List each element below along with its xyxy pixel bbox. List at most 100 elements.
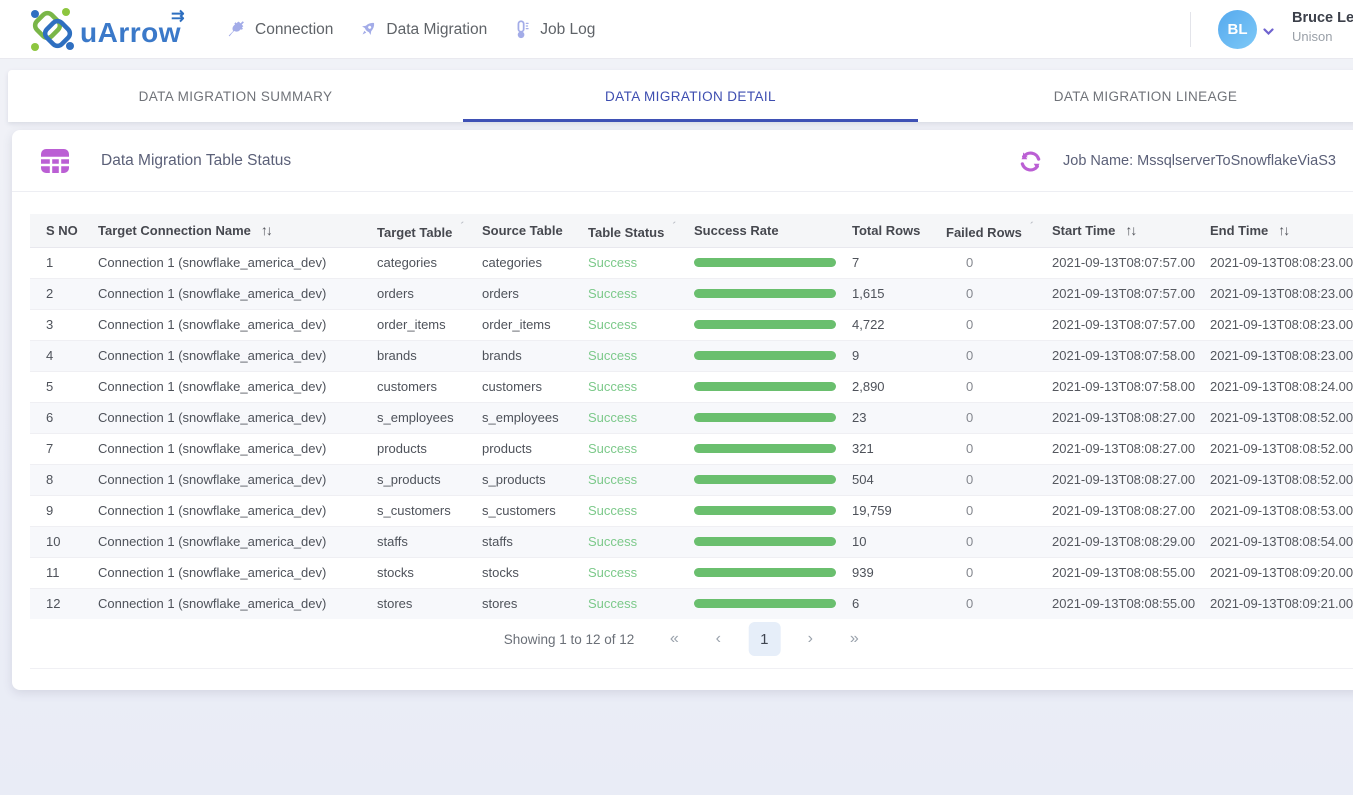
first-page-button[interactable]: « [660, 622, 688, 656]
cell-start-time: 2021-09-13T08:07:58.00 [1052, 371, 1210, 402]
cell-source-table: stocks [482, 557, 588, 588]
mini-sort-icon[interactable] [1030, 221, 1034, 233]
mini-sort-icon[interactable] [672, 221, 676, 233]
col-table-status: Table Status [588, 214, 694, 247]
table-row: 2 Connection 1 (snowflake_america_dev) o… [30, 278, 1353, 309]
cell-end-time: 2021-09-13T08:08:23.00 [1210, 340, 1353, 371]
cell-target-connection: Connection 1 (snowflake_america_dev) [98, 309, 377, 340]
nav-item-data-migration[interactable]: Data Migration [357, 19, 487, 40]
tab-data-migration-detail[interactable]: DATA MIGRATION DETAIL [463, 70, 918, 122]
sort-icon[interactable] [1278, 222, 1288, 238]
success-rate-bar [694, 568, 836, 577]
cell-success-rate [694, 526, 852, 557]
success-rate-bar [694, 506, 836, 515]
cell-target-connection: Connection 1 (snowflake_america_dev) [98, 402, 377, 433]
sort-icon[interactable] [261, 222, 271, 238]
table-body: 1 Connection 1 (snowflake_america_dev) c… [30, 247, 1353, 619]
cell-target-table: brands [377, 340, 482, 371]
refresh-icon[interactable] [1019, 150, 1042, 173]
cell-start-time: 2021-09-13T08:08:55.00 [1052, 557, 1210, 588]
chevron-down-icon[interactable] [1263, 23, 1274, 41]
cell-source-table: brands [482, 340, 588, 371]
cell-table-status: Success [588, 557, 694, 588]
cell-failed-rows: 0 [946, 433, 1052, 464]
tab-bar: DATA MIGRATION SUMMARY DATA MIGRATION DE… [8, 70, 1353, 122]
next-page-button[interactable]: › [796, 622, 824, 656]
table-grid-icon [40, 146, 70, 176]
nav-label: Job Log [540, 21, 595, 39]
job-name-label: Job Name: MssqlserverToSnowflakeViaS3 [1063, 153, 1336, 169]
cell-success-rate [694, 495, 852, 526]
tab-data-migration-summary[interactable]: DATA MIGRATION SUMMARY [8, 70, 463, 122]
cell-source-table: customers [482, 371, 588, 402]
cell-start-time: 2021-09-13T08:08:27.00 [1052, 495, 1210, 526]
success-rate-bar [694, 351, 836, 360]
cell-s-no: 5 [30, 371, 98, 402]
cell-source-table: stores [482, 588, 588, 619]
col-end-time: End Time [1210, 214, 1353, 247]
cell-failed-rows: 0 [946, 371, 1052, 402]
cell-s-no: 7 [30, 433, 98, 464]
cell-success-rate [694, 433, 852, 464]
sort-icon[interactable] [1125, 222, 1135, 238]
table-row: 7 Connection 1 (snowflake_america_dev) p… [30, 433, 1353, 464]
last-page-button[interactable]: » [840, 622, 868, 656]
cell-start-time: 2021-09-13T08:08:29.00 [1052, 526, 1210, 557]
col-success-rate: Success Rate [694, 214, 852, 247]
cell-target-connection: Connection 1 (snowflake_america_dev) [98, 371, 377, 402]
cell-end-time: 2021-09-13T08:08:23.00 [1210, 247, 1353, 278]
cell-table-status: Success [588, 588, 694, 619]
cell-table-status: Success [588, 433, 694, 464]
previous-page-button[interactable]: ‹ [704, 622, 732, 656]
tab-data-migration-lineage[interactable]: DATA MIGRATION LINEAGE [918, 70, 1353, 122]
cell-failed-rows: 0 [946, 588, 1052, 619]
avatar-initials: BL [1228, 21, 1248, 38]
cell-success-rate [694, 464, 852, 495]
cell-total-rows: 4,722 [852, 309, 946, 340]
table-row: 8 Connection 1 (snowflake_america_dev) s… [30, 464, 1353, 495]
nav-item-job-log[interactable]: Job Log [511, 19, 595, 40]
cell-table-status: Success [588, 371, 694, 402]
cell-target-connection: Connection 1 (snowflake_america_dev) [98, 278, 377, 309]
cell-target-connection: Connection 1 (snowflake_america_dev) [98, 464, 377, 495]
cell-target-table: s_products [377, 464, 482, 495]
cell-s-no: 12 [30, 588, 98, 619]
job-group: Job Name: MssqlserverToSnowflakeViaS3 [1019, 130, 1336, 192]
nav-item-connection[interactable]: Connection [226, 19, 333, 40]
cell-target-connection: Connection 1 (snowflake_america_dev) [98, 495, 377, 526]
col-source-table: Source Table [482, 214, 588, 247]
success-rate-bar [694, 320, 836, 329]
cell-failed-rows: 0 [946, 340, 1052, 371]
cell-success-rate [694, 309, 852, 340]
cell-table-status: Success [588, 402, 694, 433]
cell-end-time: 2021-09-13T08:08:23.00 [1210, 309, 1353, 340]
cell-table-status: Success [588, 309, 694, 340]
cell-start-time: 2021-09-13T08:07:57.00 [1052, 278, 1210, 309]
cell-success-rate [694, 371, 852, 402]
success-rate-bar [694, 444, 836, 453]
pagination-summary: Showing 1 to 12 of 12 [504, 632, 635, 647]
cell-end-time: 2021-09-13T08:08:53.00 [1210, 495, 1353, 526]
cell-s-no: 2 [30, 278, 98, 309]
cell-table-status: Success [588, 340, 694, 371]
cell-source-table: orders [482, 278, 588, 309]
cell-failed-rows: 0 [946, 557, 1052, 588]
cell-success-rate [694, 588, 852, 619]
nav-label: Data Migration [386, 21, 487, 39]
avatar[interactable]: BL [1218, 10, 1257, 49]
table-status-card: Data Migration Table Status Job Name: Ms… [12, 130, 1353, 690]
app-logo[interactable]: uArrow [28, 6, 181, 59]
current-page-button[interactable]: 1 [748, 622, 780, 656]
cell-target-table: customers [377, 371, 482, 402]
cell-total-rows: 939 [852, 557, 946, 588]
success-rate-bar [694, 258, 836, 267]
table-row: 11 Connection 1 (snowflake_america_dev) … [30, 557, 1353, 588]
card-title: Data Migration Table Status [101, 152, 291, 170]
table-row: 5 Connection 1 (snowflake_america_dev) c… [30, 371, 1353, 402]
cell-target-table: staffs [377, 526, 482, 557]
mini-sort-icon[interactable] [460, 221, 464, 233]
cell-end-time: 2021-09-13T08:08:52.00 [1210, 402, 1353, 433]
cell-target-connection: Connection 1 (snowflake_america_dev) [98, 340, 377, 371]
success-rate-bar [694, 289, 836, 298]
cell-end-time: 2021-09-13T08:08:52.00 [1210, 464, 1353, 495]
